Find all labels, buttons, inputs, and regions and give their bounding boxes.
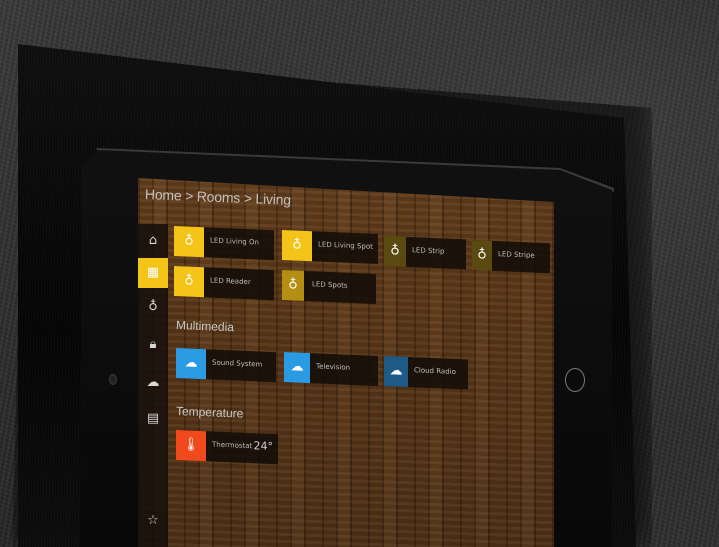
sidebar-item-multimedia[interactable]: ☁: [138, 368, 168, 398]
cloud-icon: ☁: [384, 356, 408, 388]
cloud-icon: ☁: [146, 375, 160, 390]
thermometer-icon: 🌡︎: [176, 430, 206, 462]
light-bulb-icon: ♁: [282, 270, 304, 301]
light-tile[interactable]: ♁ LED Living Spot Light: [282, 230, 378, 265]
light-tile[interactable]: ♁ LED Stripe: [472, 240, 550, 274]
light-bulb-icon: ♁: [174, 226, 204, 258]
light-bulb-icon: ♁: [174, 266, 204, 298]
sidebar-item-rooms[interactable]: ▦: [138, 258, 168, 288]
sidebar-item-security[interactable]: 🔒︎: [138, 330, 168, 360]
tile-label: Cloud Radio: [414, 366, 456, 377]
sidebar-item-lighting[interactable]: ♁: [138, 292, 168, 322]
media-tile[interactable]: ☁ Sound System: [176, 348, 276, 383]
tile-label: LED Reader: [210, 276, 251, 287]
tablet-home-button[interactable]: [565, 368, 585, 392]
media-tile[interactable]: ☁ Cloud Radio: [384, 356, 468, 390]
camera-icon: [109, 374, 117, 385]
temperature-value: 24°: [253, 439, 274, 454]
light-tile[interactable]: ♁ LED Spots: [282, 270, 376, 304]
star-icon: ☆: [147, 513, 159, 528]
light-bulb-icon: ♁: [384, 236, 406, 267]
section-title-temperature: Temperature: [175, 404, 244, 421]
light-bulb-icon: ♁: [282, 230, 312, 262]
sidebar-item-favorites[interactable]: ☆: [138, 506, 168, 536]
rooms-icon: ▦: [146, 265, 160, 280]
light-tile[interactable]: ♁ LED Strip: [384, 236, 466, 270]
light-bulb-icon: ♁: [472, 240, 492, 271]
section-title-multimedia: Multimedia: [175, 318, 235, 335]
light-bulb-icon: ♁: [148, 299, 158, 314]
tile-label: LED Living Spot Light: [318, 240, 374, 251]
tile-label: LED Strip: [412, 246, 445, 256]
sidebar-item-home[interactable]: ⌂: [138, 226, 168, 256]
heater-icon: ▤: [146, 411, 160, 426]
cloud-icon: ☁: [176, 348, 206, 380]
light-tile[interactable]: ♁ LED Living On: [174, 226, 274, 261]
tile-label: Sound System: [212, 358, 263, 369]
media-tile[interactable]: ☁ Television: [284, 352, 378, 386]
lock-icon: 🔒︎: [149, 337, 157, 352]
tile-label: LED Spots: [312, 280, 348, 290]
temperature-tile[interactable]: 🌡︎ Thermostat 24°: [176, 430, 278, 465]
sidebar-item-climate[interactable]: ▤: [138, 404, 168, 434]
home-icon: ⌂: [148, 233, 158, 248]
cloud-icon: ☁: [284, 352, 310, 384]
tile-label: Television: [316, 362, 351, 372]
tile-label: LED Stripe: [498, 250, 535, 260]
tile-label: LED Living On: [210, 236, 259, 247]
light-tile[interactable]: ♁ LED Reader: [174, 266, 274, 301]
